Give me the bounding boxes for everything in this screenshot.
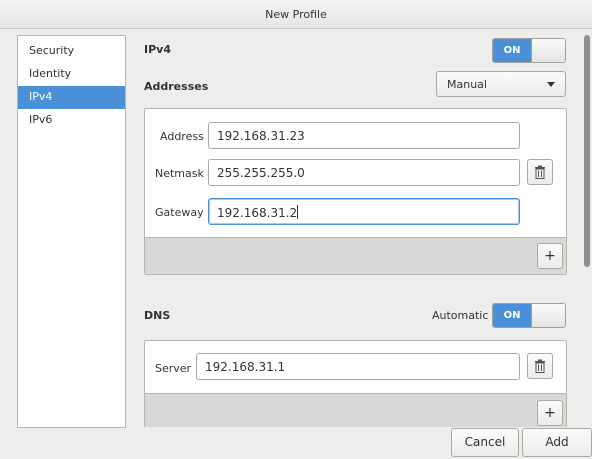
window-title: New Profile xyxy=(265,8,327,21)
dns-automatic-toggle[interactable]: ON xyxy=(492,303,566,328)
sidebar-item-ipv4[interactable]: IPv4 xyxy=(18,86,125,109)
dialog-body: Security Identity IPv4 IPv6 IPv4 ON Addr… xyxy=(0,29,592,459)
address-field[interactable]: 192.168.31.23 xyxy=(208,122,520,149)
ipv4-toggle-on-label: ON xyxy=(493,39,531,62)
add-address-button[interactable]: + xyxy=(537,243,563,269)
gateway-label: Gateway xyxy=(155,206,204,219)
dns-server-value: 192.168.31.1 xyxy=(205,360,286,374)
addresses-panel: Address 192.168.31.23 Netmask 255.255.25… xyxy=(144,108,567,275)
delete-dns-server-button[interactable] xyxy=(527,353,553,379)
add-dns-server-button[interactable]: + xyxy=(537,400,563,426)
dns-panel: Server 192.168.31.1 + xyxy=(144,340,567,427)
dns-panel-footer: + xyxy=(145,393,566,427)
method-dropdown[interactable]: Manual xyxy=(436,71,566,97)
addresses-panel-footer: + xyxy=(145,237,566,274)
ipv4-toggle-knob xyxy=(531,39,565,62)
delete-netmask-button[interactable] xyxy=(527,159,553,185)
netmask-label: Netmask xyxy=(155,167,204,180)
chevron-down-icon xyxy=(547,82,555,87)
gateway-field[interactable]: 192.168.31.2 xyxy=(208,198,520,225)
address-label: Address xyxy=(160,130,204,143)
dns-server-label: Server xyxy=(155,362,192,375)
netmask-field[interactable]: 255.255.255.0 xyxy=(208,159,520,186)
address-value: 192.168.31.23 xyxy=(217,129,305,143)
cancel-button[interactable]: Cancel xyxy=(451,428,519,457)
settings-content: IPv4 ON Addresses Manual Address 192.168… xyxy=(126,29,592,427)
netmask-value: 255.255.255.0 xyxy=(217,166,305,180)
dns-server-field[interactable]: 192.168.31.1 xyxy=(196,353,520,380)
sidebar-item-identity[interactable]: Identity xyxy=(18,63,125,86)
sidebar: Security Identity IPv4 IPv6 xyxy=(17,35,126,428)
method-dropdown-value: Manual xyxy=(447,78,487,91)
addresses-label: Addresses xyxy=(144,80,209,93)
add-button[interactable]: Add xyxy=(522,428,592,457)
gateway-value: 192.168.31.2 xyxy=(217,206,298,220)
text-cursor xyxy=(297,205,299,219)
scrollbar-thumb[interactable] xyxy=(584,35,590,267)
title-bar: New Profile xyxy=(0,0,592,29)
dns-toggle-on-label: ON xyxy=(493,304,531,327)
sidebar-item-security[interactable]: Security xyxy=(18,40,125,63)
dns-heading: DNS xyxy=(144,309,171,322)
trash-icon xyxy=(535,359,545,373)
scrollbar[interactable] xyxy=(584,29,590,427)
trash-icon xyxy=(535,165,545,179)
ipv4-heading: IPv4 xyxy=(144,43,171,56)
ipv4-toggle[interactable]: ON xyxy=(492,38,566,63)
dns-automatic-label: Automatic xyxy=(432,309,489,322)
dns-toggle-knob xyxy=(531,304,565,327)
sidebar-item-ipv6[interactable]: IPv6 xyxy=(18,109,125,132)
